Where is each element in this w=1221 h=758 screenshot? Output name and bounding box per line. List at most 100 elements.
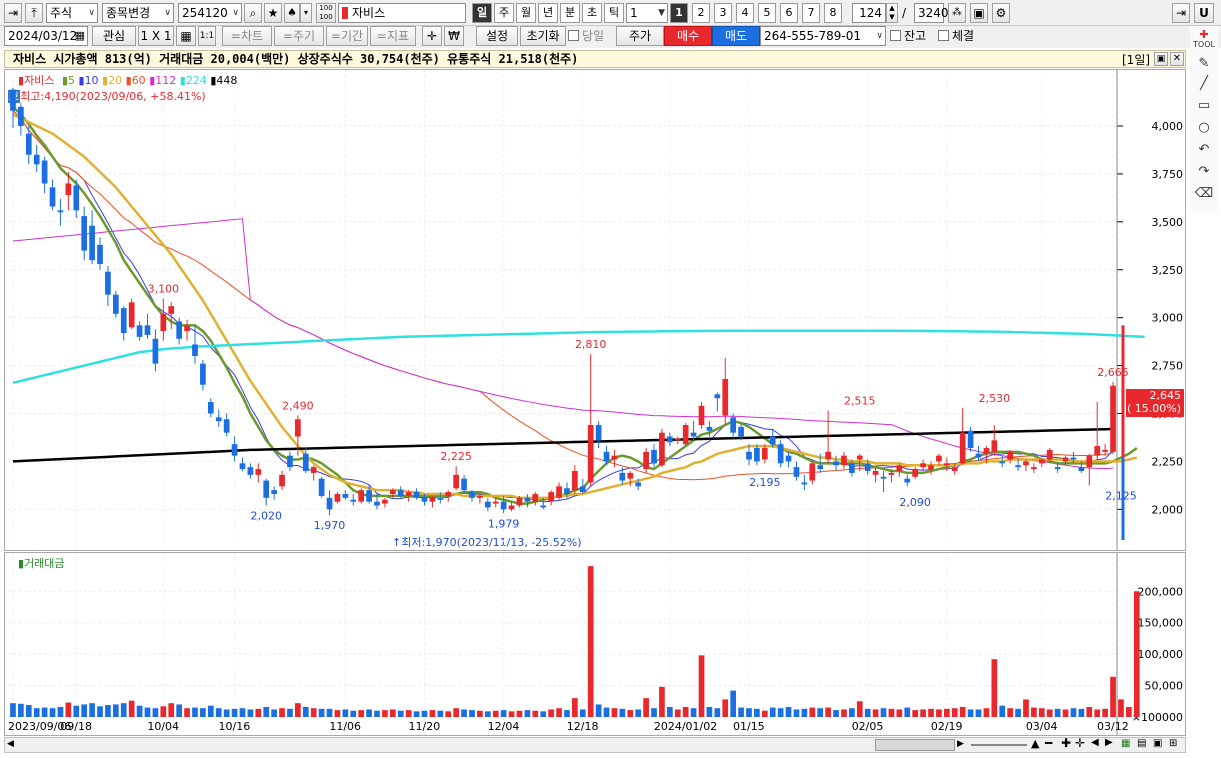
- x-tick-label: 09/18: [60, 720, 92, 733]
- today-checkbox[interactable]: 당일: [568, 26, 604, 46]
- period-month[interactable]: 월: [516, 3, 536, 23]
- zoom-reset-icon[interactable]: ✛: [1075, 736, 1085, 750]
- stock-code-input[interactable]: 254120 ∨: [178, 3, 242, 23]
- crosshair-icon[interactable]: ✛: [422, 26, 442, 46]
- pencil-icon[interactable]: ✎: [1192, 56, 1216, 76]
- zoom-slider[interactable]: [971, 744, 1027, 746]
- fills-checkbox[interactable]: 체결: [938, 26, 974, 46]
- volume-y-tick-label: 150,000: [1138, 617, 1184, 630]
- restore-window-icon[interactable]: ▣: [1154, 52, 1168, 66]
- period-minute[interactable]: 분: [560, 3, 580, 23]
- candle-body: [864, 463, 871, 471]
- star-icon[interactable]: ★: [264, 3, 282, 23]
- indicator-menu-button[interactable]: =지표: [370, 26, 416, 46]
- preset-2[interactable]: 2: [692, 3, 710, 23]
- volume-bar: [698, 655, 705, 717]
- zoom-minus-icon[interactable]: ━: [1045, 736, 1052, 750]
- volume-bar: [484, 711, 491, 717]
- period-second[interactable]: 초: [582, 3, 602, 23]
- candle-body: [1031, 467, 1037, 470]
- won-button[interactable]: ₩: [444, 26, 464, 46]
- volume-bar: [358, 710, 365, 717]
- candle-body: [120, 308, 127, 333]
- settings-button[interactable]: 설정: [476, 26, 518, 46]
- zoom-icon[interactable]: ⁂: [948, 3, 966, 23]
- count-input[interactable]: 124: [852, 3, 886, 23]
- pin-icon[interactable]: ⇥: [4, 3, 22, 23]
- volume-chart[interactable]: 200,000150,000100,00050,000×100000: [5, 553, 1185, 735]
- circle-icon[interactable]: ○: [1192, 120, 1216, 140]
- buy-button[interactable]: 매수: [664, 26, 712, 46]
- undo-icon[interactable]: ↶: [1192, 142, 1216, 162]
- preset-4[interactable]: 4: [736, 3, 754, 23]
- save-chart-icon[interactable]: ▣: [1153, 738, 1162, 749]
- save-icon[interactable]: ▣: [970, 3, 988, 23]
- scroll-left-arrow[interactable]: ◀: [7, 739, 14, 749]
- zoom-out-icon[interactable]: ▲: [1031, 737, 1039, 750]
- period-day[interactable]: 일: [472, 3, 492, 23]
- horizontal-scrollbar[interactable]: ◀ ▶ ▲ ━ ✚ ✛ ◀ ▶ ▦ ▤ ▣ ⊞: [4, 736, 1186, 753]
- reset-button[interactable]: 초기화: [520, 26, 566, 46]
- tick-value-select[interactable]: 1 ▼: [626, 3, 668, 23]
- period-week[interactable]: 주: [494, 3, 514, 23]
- price-button[interactable]: 주가: [616, 26, 664, 46]
- layout-grid-icon[interactable]: ▦: [176, 26, 196, 46]
- eraser-icon[interactable]: ⌫: [1192, 186, 1216, 206]
- scroll-right-arrow[interactable]: ▶: [957, 739, 964, 749]
- top-icon[interactable]: ⤒: [25, 3, 43, 23]
- candle-body: [564, 488, 570, 494]
- checkbox-box: [568, 30, 579, 41]
- preset-8[interactable]: 8: [824, 3, 842, 23]
- volume-bar: [1086, 706, 1093, 717]
- tool-icon[interactable]: ✚ TOOL: [1192, 29, 1216, 50]
- calendar-icon[interactable]: ▦: [75, 27, 85, 45]
- price-chart[interactable]: 4,0003,7503,5003,2503,0002,7502,5002,250…: [5, 70, 1185, 550]
- spade-dropdown[interactable]: ▾: [300, 3, 312, 23]
- candle-body: [849, 463, 855, 473]
- chart-menu-button[interactable]: =차트: [222, 26, 272, 46]
- count-stepper[interactable]: ▲ ▼: [886, 3, 898, 23]
- step-left-icon[interactable]: ◀: [1091, 737, 1099, 748]
- rectangle-icon[interactable]: ▭: [1192, 98, 1216, 118]
- search-icon[interactable]: ⌕: [244, 3, 262, 23]
- fullscreen-icon[interactable]: ⊞: [1169, 738, 1177, 749]
- u-button[interactable]: U: [1194, 3, 1214, 23]
- preset-5[interactable]: 5: [758, 3, 776, 23]
- sell-button[interactable]: 매도: [712, 26, 760, 46]
- watchlist-button[interactable]: 관심: [92, 26, 136, 46]
- excel-icon[interactable]: ▦: [1121, 738, 1130, 749]
- candle-body: [1070, 457, 1077, 460]
- candle-body: [326, 497, 333, 510]
- change-stock-select[interactable]: 종목변경 ∨: [102, 3, 174, 23]
- cycle-menu-button[interactable]: =주기: [274, 26, 324, 46]
- print-icon[interactable]: ▤: [1137, 738, 1146, 749]
- candle-body: [587, 425, 594, 483]
- pin-right-icon[interactable]: ⇥: [1172, 3, 1190, 23]
- date-input[interactable]: 2024/03/12 ▦: [4, 26, 88, 46]
- line-draw-icon[interactable]: ╱: [1192, 76, 1216, 96]
- volume-y-tick-label: 100,000: [1138, 648, 1184, 661]
- gear-icon[interactable]: ⚙: [992, 3, 1010, 23]
- zoom-plus-icon[interactable]: ✚: [1061, 736, 1071, 750]
- close-window-icon[interactable]: ✕: [1170, 52, 1184, 66]
- account-select[interactable]: 264-555-789-01 ∨: [760, 26, 886, 46]
- market-select[interactable]: 주식 ∨: [46, 3, 98, 23]
- volume-bar: [1062, 709, 1069, 717]
- balance-checkbox[interactable]: 잔고: [890, 26, 926, 46]
- preset-6[interactable]: 6: [780, 3, 798, 23]
- spade-icon[interactable]: ♠: [284, 3, 300, 23]
- one-to-one-button[interactable]: 1:1: [198, 26, 216, 46]
- period-menu-button[interactable]: =기간: [326, 26, 368, 46]
- candle-body: [263, 480, 270, 498]
- step-right-icon[interactable]: ▶: [1105, 737, 1113, 748]
- preset-7[interactable]: 7: [802, 3, 820, 23]
- redo-icon[interactable]: ↷: [1192, 164, 1216, 184]
- preset-1[interactable]: 1: [670, 3, 688, 23]
- layout-grid-button[interactable]: 1 X 1: [138, 26, 174, 46]
- code-list-icon[interactable]: 100 100: [316, 3, 336, 23]
- period-year[interactable]: 년: [538, 3, 558, 23]
- preset-3[interactable]: 3: [714, 3, 732, 23]
- period-tick[interactable]: 틱: [604, 3, 624, 23]
- candle-body: [437, 497, 444, 500]
- scroll-thumb[interactable]: [875, 739, 955, 751]
